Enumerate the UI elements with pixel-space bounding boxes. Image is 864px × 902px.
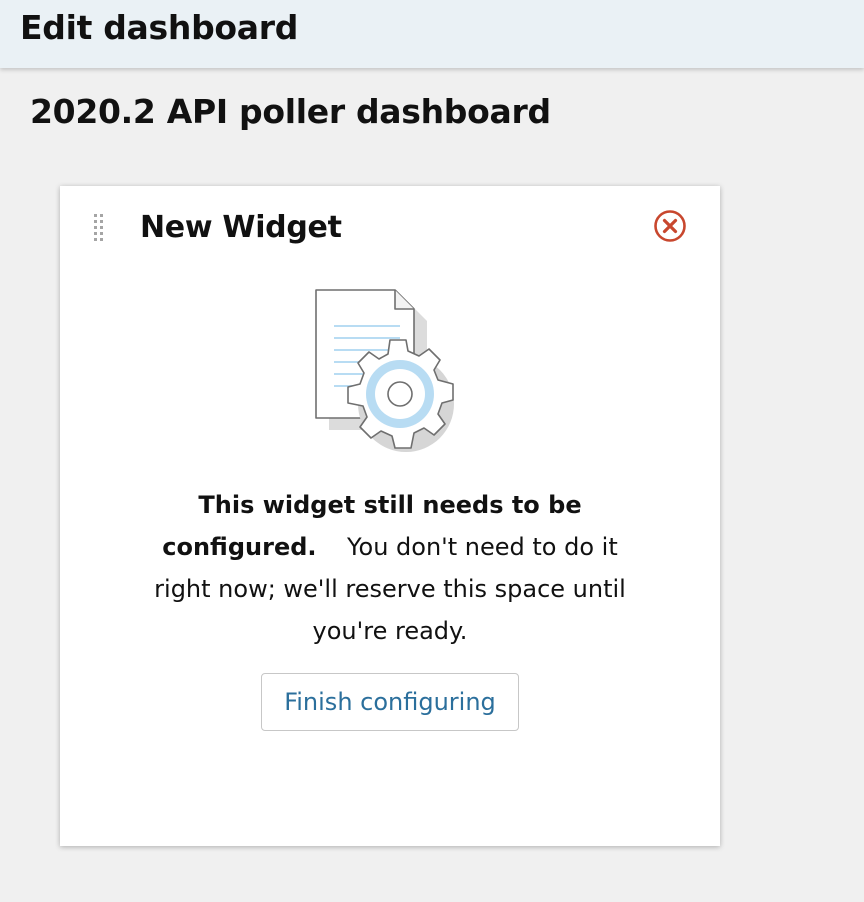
document-gear-icon bbox=[312, 288, 468, 456]
finish-configuring-button[interactable]: Finish configuring bbox=[261, 673, 519, 731]
widget-title: New Widget bbox=[140, 210, 342, 245]
close-circle-icon bbox=[654, 210, 686, 242]
dashboard-title: 2020.2 API poller dashboard bbox=[30, 92, 551, 131]
page-title: Edit dashboard bbox=[20, 8, 299, 47]
drag-handle-icon[interactable] bbox=[92, 213, 106, 243]
top-bar: Edit dashboard bbox=[0, 0, 864, 68]
configure-message: This widget still needs to be configured… bbox=[140, 484, 640, 652]
close-widget-button[interactable] bbox=[652, 208, 688, 244]
widget-card: New Widget This widget still needs to be… bbox=[60, 186, 720, 846]
